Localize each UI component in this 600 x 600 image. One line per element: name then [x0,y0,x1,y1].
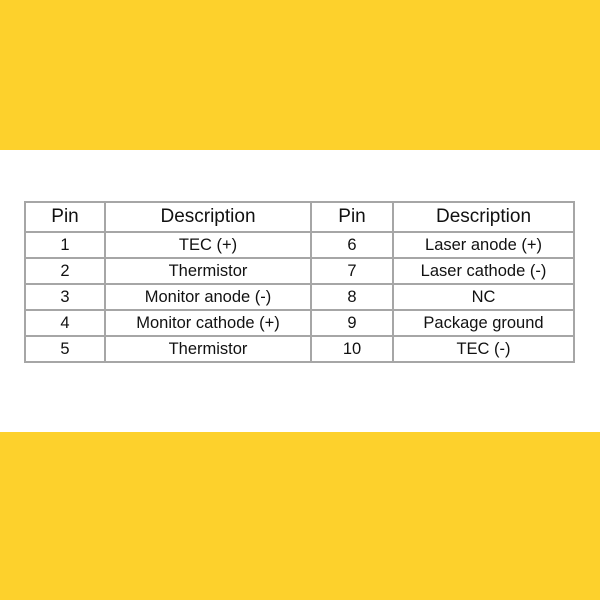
pin-number: 10 [310,335,394,363]
pin-description: Thermistor [104,335,312,363]
pin-description: Laser cathode (-) [392,257,575,285]
pin-number: 9 [310,309,394,337]
header-description: Description [392,201,575,233]
pin-description: TEC (-) [392,335,575,363]
pin-description: Thermistor [104,257,312,285]
pin-description: NC [392,283,575,311]
header-pin: Pin [24,201,106,233]
header-description: Description [104,201,312,233]
pin-number: 8 [310,283,394,311]
table-row: 5 Thermistor 10 TEC (-) [24,335,575,363]
pin-number: 2 [24,257,106,285]
table-row: 2 Thermistor 7 Laser cathode (-) [24,257,575,285]
pin-description: TEC (+) [104,231,312,259]
pin-description-table: Pin Description Pin Description 1 TEC (+… [24,201,575,363]
pin-number: 5 [24,335,106,363]
table-row: 1 TEC (+) 6 Laser anode (+) [24,231,575,259]
pin-number: 7 [310,257,394,285]
pin-number: 4 [24,309,106,337]
pin-number: 3 [24,283,106,311]
table-row: 4 Monitor cathode (+) 9 Package ground [24,309,575,337]
table-header-row: Pin Description Pin Description [24,201,575,233]
pin-number: 6 [310,231,394,259]
pin-description: Laser anode (+) [392,231,575,259]
table-row: 3 Monitor anode (-) 8 NC [24,283,575,311]
bottom-yellow-band [0,432,600,600]
pin-description: Monitor anode (-) [104,283,312,311]
pin-description: Package ground [392,309,575,337]
pin-number: 1 [24,231,106,259]
header-pin: Pin [310,201,394,233]
top-yellow-band [0,0,600,150]
pin-description: Monitor cathode (+) [104,309,312,337]
